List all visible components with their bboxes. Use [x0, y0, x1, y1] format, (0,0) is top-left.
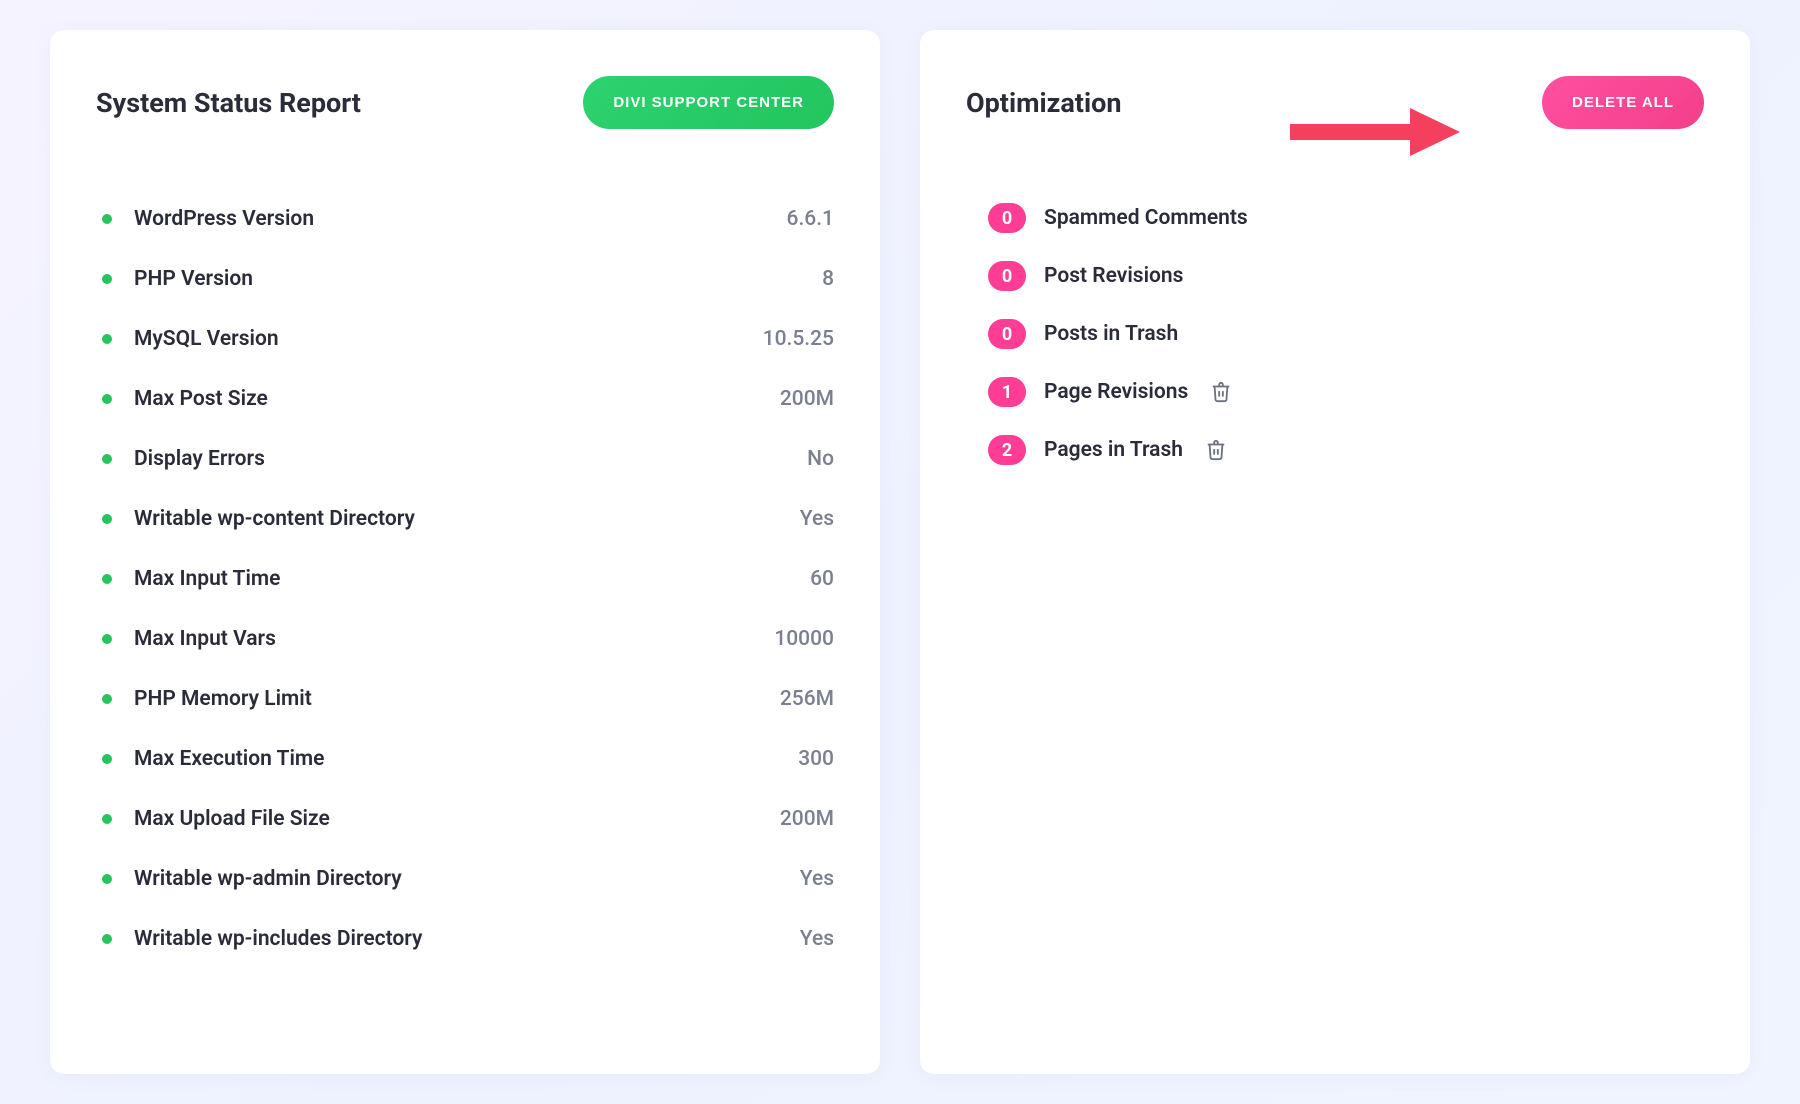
status-value: 10.5.25: [763, 327, 834, 351]
trash-icon[interactable]: [1210, 381, 1232, 403]
status-panel-title: System Status Report: [96, 87, 361, 119]
status-row-left: Writable wp-content Directory: [96, 507, 415, 531]
optimization-row: 0 Posts in Trash: [988, 305, 1704, 363]
status-row-left: PHP Memory Limit: [96, 687, 312, 711]
optimization-label: Posts in Trash: [1044, 322, 1178, 346]
status-row: MySQL Version 10.5.25: [96, 309, 834, 369]
status-value: No: [807, 447, 834, 471]
status-value: 60: [810, 567, 834, 591]
status-row-left: Writable wp-admin Directory: [96, 867, 402, 891]
status-panel-header: System Status Report Divi Support Center: [96, 76, 834, 129]
status-value: Yes: [800, 867, 834, 891]
status-row-left: Writable wp-includes Directory: [96, 927, 422, 951]
status-label: Max Upload File Size: [134, 807, 330, 831]
status-row-left: WordPress Version: [96, 207, 314, 231]
status-label: Writable wp-admin Directory: [134, 867, 402, 891]
optimization-label: Page Revisions: [1044, 380, 1188, 404]
count-badge: 2: [988, 435, 1026, 465]
status-row-left: PHP Version: [96, 267, 253, 291]
optimization-row: 1 Page Revisions: [988, 363, 1704, 421]
optimization-row: 2 Pages in Trash: [988, 421, 1704, 479]
optimization-label: Post Revisions: [1044, 264, 1183, 288]
status-ok-icon: [102, 214, 112, 224]
status-row-left: Max Input Vars: [96, 627, 276, 651]
status-ok-icon: [102, 694, 112, 704]
status-ok-icon: [102, 634, 112, 644]
count-badge: 0: [988, 319, 1026, 349]
status-value: 300: [798, 747, 834, 771]
status-ok-icon: [102, 814, 112, 824]
status-row: Max Upload File Size 200M: [96, 789, 834, 849]
status-row: Writable wp-includes Directory Yes: [96, 909, 834, 969]
status-label: MySQL Version: [134, 327, 279, 351]
status-ok-icon: [102, 514, 112, 524]
status-ok-icon: [102, 334, 112, 344]
status-label: Max Input Time: [134, 567, 280, 591]
status-row-left: MySQL Version: [96, 327, 279, 351]
status-ok-icon: [102, 874, 112, 884]
status-row-left: Max Post Size: [96, 387, 268, 411]
status-label: PHP Version: [134, 267, 253, 291]
status-row: Writable wp-content Directory Yes: [96, 489, 834, 549]
status-value: 256M: [780, 687, 834, 711]
status-row-left: Display Errors: [96, 447, 265, 471]
optimization-label: Pages in Trash: [1044, 438, 1183, 462]
status-ok-icon: [102, 274, 112, 284]
count-badge: 0: [988, 203, 1026, 233]
status-row-left: Max Input Time: [96, 567, 280, 591]
optimization-list: 0 Spammed Comments 0 Post Revisions 0 Posts i…: [966, 189, 1704, 479]
status-row: Display Errors No: [96, 429, 834, 489]
optimization-label: Spammed Comments: [1044, 206, 1248, 230]
status-row: Writable wp-admin Directory Yes: [96, 849, 834, 909]
status-label: Writable wp-includes Directory: [134, 927, 422, 951]
status-label: WordPress Version: [134, 207, 314, 231]
status-label: PHP Memory Limit: [134, 687, 312, 711]
status-row: PHP Version 8: [96, 249, 834, 309]
status-row-left: Max Upload File Size: [96, 807, 330, 831]
status-row: PHP Memory Limit 256M: [96, 669, 834, 729]
status-value: 6.6.1: [787, 207, 834, 231]
system-status-panel: System Status Report Divi Support Center…: [50, 30, 880, 1074]
optimization-panel: Optimization Delete All 0 Spammed Comment…: [920, 30, 1750, 1074]
status-row-left: Max Execution Time: [96, 747, 324, 771]
status-value: 200M: [780, 387, 834, 411]
status-ok-icon: [102, 394, 112, 404]
status-ok-icon: [102, 454, 112, 464]
status-row: Max Execution Time 300: [96, 729, 834, 789]
optimization-panel-header: Optimization Delete All: [966, 76, 1704, 129]
status-label: Max Post Size: [134, 387, 268, 411]
status-label: Max Execution Time: [134, 747, 324, 771]
status-ok-icon: [102, 934, 112, 944]
status-label: Writable wp-content Directory: [134, 507, 415, 531]
status-value: 8: [822, 267, 834, 291]
optimization-row: 0 Spammed Comments: [988, 189, 1704, 247]
status-row: Max Input Time 60: [96, 549, 834, 609]
count-badge: 1: [988, 377, 1026, 407]
status-label: Max Input Vars: [134, 627, 276, 651]
optimization-row: 0 Post Revisions: [988, 247, 1704, 305]
trash-icon[interactable]: [1205, 439, 1227, 461]
status-row: WordPress Version 6.6.1: [96, 189, 834, 249]
count-badge: 0: [988, 261, 1026, 291]
delete-all-button[interactable]: Delete All: [1542, 76, 1704, 129]
status-value: 200M: [780, 807, 834, 831]
status-row: Max Input Vars 10000: [96, 609, 834, 669]
status-ok-icon: [102, 754, 112, 764]
divi-support-center-button[interactable]: Divi Support Center: [583, 76, 834, 129]
status-value: Yes: [800, 927, 834, 951]
status-row: Max Post Size 200M: [96, 369, 834, 429]
status-value: 10000: [774, 627, 834, 651]
status-ok-icon: [102, 574, 112, 584]
status-list: WordPress Version 6.6.1 PHP Version 8 MySQL …: [96, 189, 834, 969]
status-value: Yes: [800, 507, 834, 531]
status-label: Display Errors: [134, 447, 265, 471]
optimization-panel-title: Optimization: [966, 87, 1121, 119]
